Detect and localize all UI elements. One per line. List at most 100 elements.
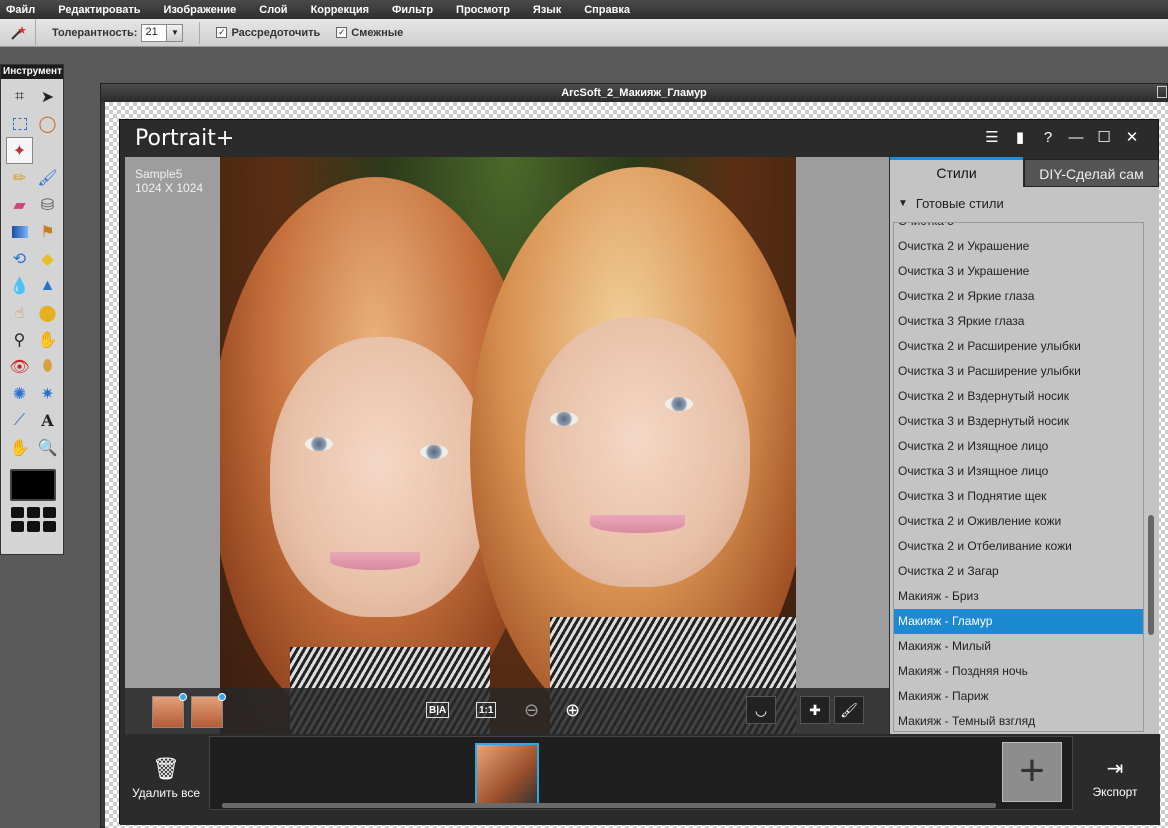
style-item[interactable]: Очистка 3 и Вздернутый носик [894, 409, 1143, 434]
face-detect-icon[interactable]: ◡ [746, 696, 776, 724]
minimize-icon[interactable]: — [1062, 129, 1090, 146]
burn-icon[interactable]: ⚲ [6, 326, 33, 353]
menu-image[interactable]: Изображение [164, 4, 237, 16]
style-item[interactable]: Очистка 2 и Оживление кожи [894, 509, 1143, 534]
bloat-icon[interactable]: ✺ [6, 380, 33, 407]
tolerance-dropdown[interactable]: ▼ [167, 23, 184, 42]
style-item[interactable]: Макияж - Поздняя ночь [894, 659, 1143, 684]
tab-styles[interactable]: Стили [890, 157, 1023, 187]
zoom-icon[interactable]: 🔍 [34, 434, 61, 461]
pencil-icon[interactable]: ✏ [6, 164, 33, 191]
style-item[interactable]: Очистка 2 и Загар [894, 559, 1143, 584]
maximize-icon[interactable]: ☐ [1090, 128, 1118, 146]
marquee-icon[interactable] [6, 110, 33, 137]
preset-swatch[interactable] [27, 507, 40, 518]
shape-icon[interactable]: ◆ [34, 245, 61, 272]
zoom-out-icon[interactable]: ⊖ [524, 700, 539, 720]
dodge-icon[interactable]: ✋ [34, 326, 61, 353]
preset-swatch[interactable] [43, 507, 56, 518]
color-picker-icon[interactable]: ⟋ [6, 407, 33, 434]
menu-adjustment[interactable]: Коррекция [311, 4, 369, 16]
preset-swatch[interactable] [11, 507, 24, 518]
style-item[interactable]: Очистка 2 и Украшение [894, 234, 1143, 259]
style-item[interactable]: Очистка 2 и Яркие глаза [894, 284, 1143, 309]
strip-scrollbar[interactable] [222, 803, 996, 808]
preview-canvas[interactable]: Sample5 1024 X 1024 B|A 1:1 ⊖ ⊕ ◡ ✚ 🖌 [125, 157, 889, 734]
text-icon[interactable]: A [34, 407, 61, 434]
style-item[interactable]: Очистка 3 и Поднятие щек [894, 484, 1143, 509]
color-replace-icon[interactable]: ⟲ [6, 245, 33, 272]
pinch-icon[interactable]: ✷ [34, 380, 61, 407]
menu-edit[interactable]: Редактировать [58, 4, 140, 16]
style-item[interactable]: Очистка 3 и Украшение [894, 259, 1143, 284]
menu-view[interactable]: Просмотр [456, 4, 510, 16]
sponge-icon[interactable]: ⬤ [34, 299, 61, 326]
style-item[interactable]: Макияж - Темный взгляд [894, 709, 1143, 731]
style-item[interactable]: Очистка 2 и Отбеливание кожи [894, 534, 1143, 559]
preset-swatch[interactable] [11, 521, 24, 532]
color-presets [11, 507, 63, 532]
sharpen-icon[interactable]: ▲ [34, 272, 61, 299]
smudge-icon[interactable]: ☝ [6, 299, 33, 326]
style-item[interactable]: Макияж - Гламур [894, 609, 1143, 634]
style-item[interactable]: Очистка 3 и Расширение улыбки [894, 359, 1143, 384]
style-item[interactable]: Макияж - Париж [894, 684, 1143, 709]
export-button[interactable]: ⇥ Экспорт [1080, 756, 1150, 799]
fill-bucket-icon[interactable]: ⛁ [34, 191, 61, 218]
menu-help[interactable]: Справка [584, 4, 630, 16]
preset-swatch[interactable] [27, 521, 40, 532]
style-item[interactable]: Очистка 2 и Расширение улыбки [894, 334, 1143, 359]
foreground-color-swatch[interactable] [10, 469, 56, 501]
lasso-icon[interactable]: ◯ [34, 110, 61, 137]
preset-swatch[interactable] [43, 521, 56, 532]
style-item[interactable]: Очистка 3 и Изящное лицо [894, 459, 1143, 484]
list-icon[interactable]: ☰ [978, 128, 1006, 146]
move-icon[interactable]: ➤ [34, 83, 61, 110]
stamp-icon[interactable]: ⚑ [34, 218, 61, 245]
help-icon[interactable]: ? [1034, 129, 1062, 146]
contiguous-checkbox[interactable]: ✓ Смежные [336, 27, 403, 39]
brush-icon[interactable]: 🖌 [834, 696, 864, 724]
after-thumbnail[interactable] [191, 693, 226, 728]
options-bar: Толерантность: 21 ▼ ✓ Рассредоточить ✓ Сме… [0, 18, 1168, 47]
chat-icon[interactable]: ▮ [1006, 128, 1034, 146]
hand-icon[interactable]: ✋ [6, 434, 33, 461]
tolerance-input[interactable]: 21 [141, 23, 168, 42]
strip-thumbnail[interactable] [475, 743, 539, 807]
zoom-in-icon[interactable]: ⊕ [565, 700, 580, 720]
eye [665, 397, 693, 411]
style-item[interactable]: Макияж - Милый [894, 634, 1143, 659]
close-icon[interactable]: ✕ [1118, 128, 1146, 146]
section-header[interactable]: ▼ Готовые стили [890, 187, 1159, 219]
add-image-button[interactable]: + [1002, 742, 1062, 802]
style-item[interactable]: Макияж - Бриз [894, 584, 1143, 609]
styles-scrollbar[interactable] [1146, 222, 1156, 732]
delete-all-button[interactable]: 🗑 Удалить все [128, 756, 204, 800]
style-item[interactable]: Очистка 5 [894, 223, 1143, 234]
tab-diy[interactable]: DIY-Сделай сам [1024, 159, 1159, 187]
crop-icon[interactable]: ⌗ [6, 83, 33, 110]
spot-heal-icon[interactable]: ⬮ [34, 353, 61, 380]
magic-wand-icon[interactable]: ✦ [6, 137, 33, 164]
bandage-icon[interactable]: ✚ [800, 696, 830, 724]
menu-language[interactable]: Язык [533, 4, 561, 16]
style-item[interactable]: Очистка 2 и Изящное лицо [894, 434, 1143, 459]
restore-icon[interactable] [1157, 86, 1167, 98]
menu-filter[interactable]: Фильтр [392, 4, 433, 16]
scrollbar-thumb[interactable] [1148, 515, 1154, 635]
red-eye-icon[interactable]: 👁 [6, 353, 33, 380]
gradient-icon[interactable] [6, 218, 33, 245]
menu-layer[interactable]: Слой [259, 4, 287, 16]
style-item[interactable]: Очистка 2 и Вздернутый носик [894, 384, 1143, 409]
antialias-label: Рассредоточить [231, 26, 321, 39]
eraser-icon[interactable]: ▰ [6, 191, 33, 218]
actual-size-button[interactable]: 1:1 [476, 702, 497, 718]
before-after-button[interactable]: B|A [426, 702, 450, 718]
face-right [525, 317, 750, 587]
before-thumbnail[interactable] [152, 693, 187, 728]
style-item[interactable]: Очистка 3 Яркие глаза [894, 309, 1143, 334]
blur-icon[interactable]: 💧 [6, 272, 33, 299]
menu-file[interactable]: Файл [6, 4, 35, 16]
brush-icon[interactable]: 🖌 [34, 164, 61, 191]
antialias-checkbox[interactable]: ✓ Рассредоточить [216, 27, 320, 39]
